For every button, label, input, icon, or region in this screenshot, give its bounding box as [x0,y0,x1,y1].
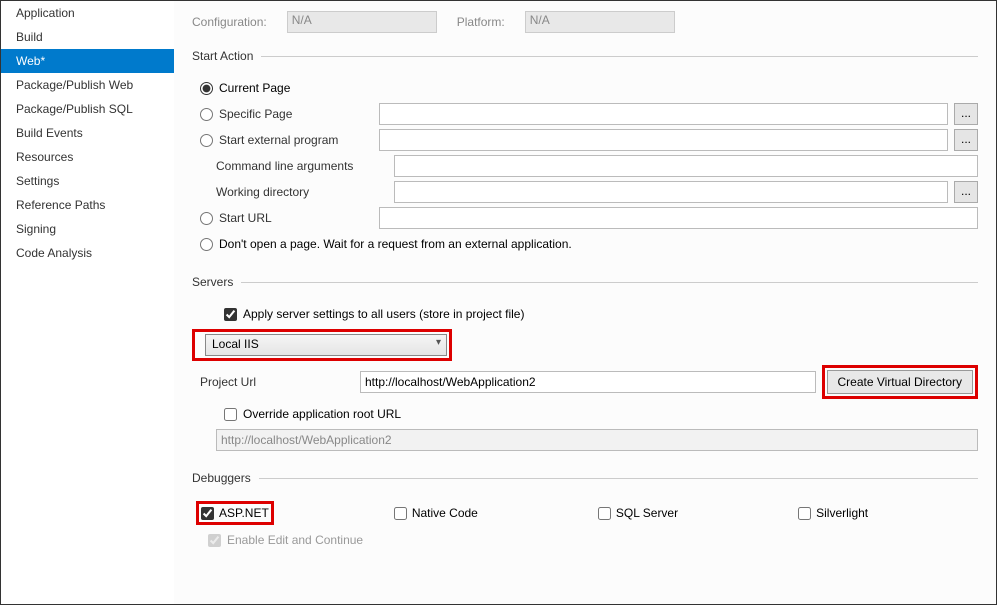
check-override-root[interactable] [224,408,237,421]
platform-select[interactable]: N/A [525,11,675,33]
highlight-aspnet: ASP.NET [196,501,274,525]
sidebar-item-build-events[interactable]: Build Events [1,121,174,145]
input-start-url[interactable] [379,207,978,229]
sidebar-item-application[interactable]: Application [1,1,174,25]
label-project-url: Project Url [200,375,360,389]
radio-start-url[interactable] [200,212,213,225]
label-silverlight: Silverlight [816,506,868,520]
servers-title: Servers [192,275,241,289]
input-specific-page[interactable] [379,103,948,125]
label-working-dir: Working directory [216,185,394,199]
check-native[interactable] [394,507,407,520]
check-apply-all[interactable] [224,308,237,321]
create-vdir-button[interactable]: Create Virtual Directory [827,370,974,394]
browse-specific-page-button[interactable]: ... [954,103,978,125]
start-action-group: Start Action Current Page Specific Page … [192,49,978,265]
check-sql[interactable] [598,507,611,520]
main-panel: Configuration: N/A Platform: N/A Start A… [174,1,996,604]
check-aspnet[interactable] [201,507,214,520]
label-override-root: Override application root URL [243,407,401,421]
start-action-title: Start Action [192,49,261,63]
label-external-program: Start external program [219,133,379,147]
sidebar-item-resources[interactable]: Resources [1,145,174,169]
radio-external-program[interactable] [200,134,213,147]
highlight-server-dropdown: Local IIS [192,329,452,361]
configuration-label: Configuration: [192,15,267,29]
label-current-page: Current Page [219,81,290,95]
check-enable-ec [208,534,221,547]
browse-working-dir-button[interactable]: ... [954,181,978,203]
highlight-create-vdir: Create Virtual Directory [822,365,979,399]
servers-group: Servers Apply server settings to all use… [192,275,978,461]
label-specific-page: Specific Page [219,107,379,121]
browse-external-program-button[interactable]: ... [954,129,978,151]
sidebar-item-build[interactable]: Build [1,25,174,49]
input-project-url[interactable] [360,371,816,393]
input-cmd-args[interactable] [394,155,978,177]
input-working-dir[interactable] [394,181,948,203]
sidebar: Application Build Web* Package/Publish W… [1,1,174,604]
label-aspnet: ASP.NET [219,506,269,520]
debuggers-group: Debuggers ASP.NET Native Code SQL Server [192,471,978,561]
sidebar-item-settings[interactable]: Settings [1,169,174,193]
label-apply-all: Apply server settings to all users (stor… [243,307,524,321]
radio-dont-open[interactable] [200,238,213,251]
radio-current-page[interactable] [200,82,213,95]
sidebar-item-signing[interactable]: Signing [1,217,174,241]
label-native: Native Code [412,506,478,520]
sidebar-item-web[interactable]: Web* [1,49,174,73]
sidebar-item-package-web[interactable]: Package/Publish Web [1,73,174,97]
sidebar-item-reference-paths[interactable]: Reference Paths [1,193,174,217]
label-enable-ec: Enable Edit and Continue [227,533,363,547]
sidebar-item-code-analysis[interactable]: Code Analysis [1,241,174,265]
platform-label: Platform: [457,15,505,29]
radio-specific-page[interactable] [200,108,213,121]
input-root-url [216,429,978,451]
server-dropdown[interactable]: Local IIS [205,334,447,356]
label-dont-open: Don't open a page. Wait for a request fr… [219,237,572,251]
label-sql: SQL Server [616,506,678,520]
label-start-url: Start URL [219,211,379,225]
check-silverlight[interactable] [798,507,811,520]
sidebar-item-package-sql[interactable]: Package/Publish SQL [1,97,174,121]
debuggers-title: Debuggers [192,471,259,485]
configuration-select[interactable]: N/A [287,11,437,33]
input-external-program[interactable] [379,129,948,151]
label-cmd-args: Command line arguments [216,159,394,173]
